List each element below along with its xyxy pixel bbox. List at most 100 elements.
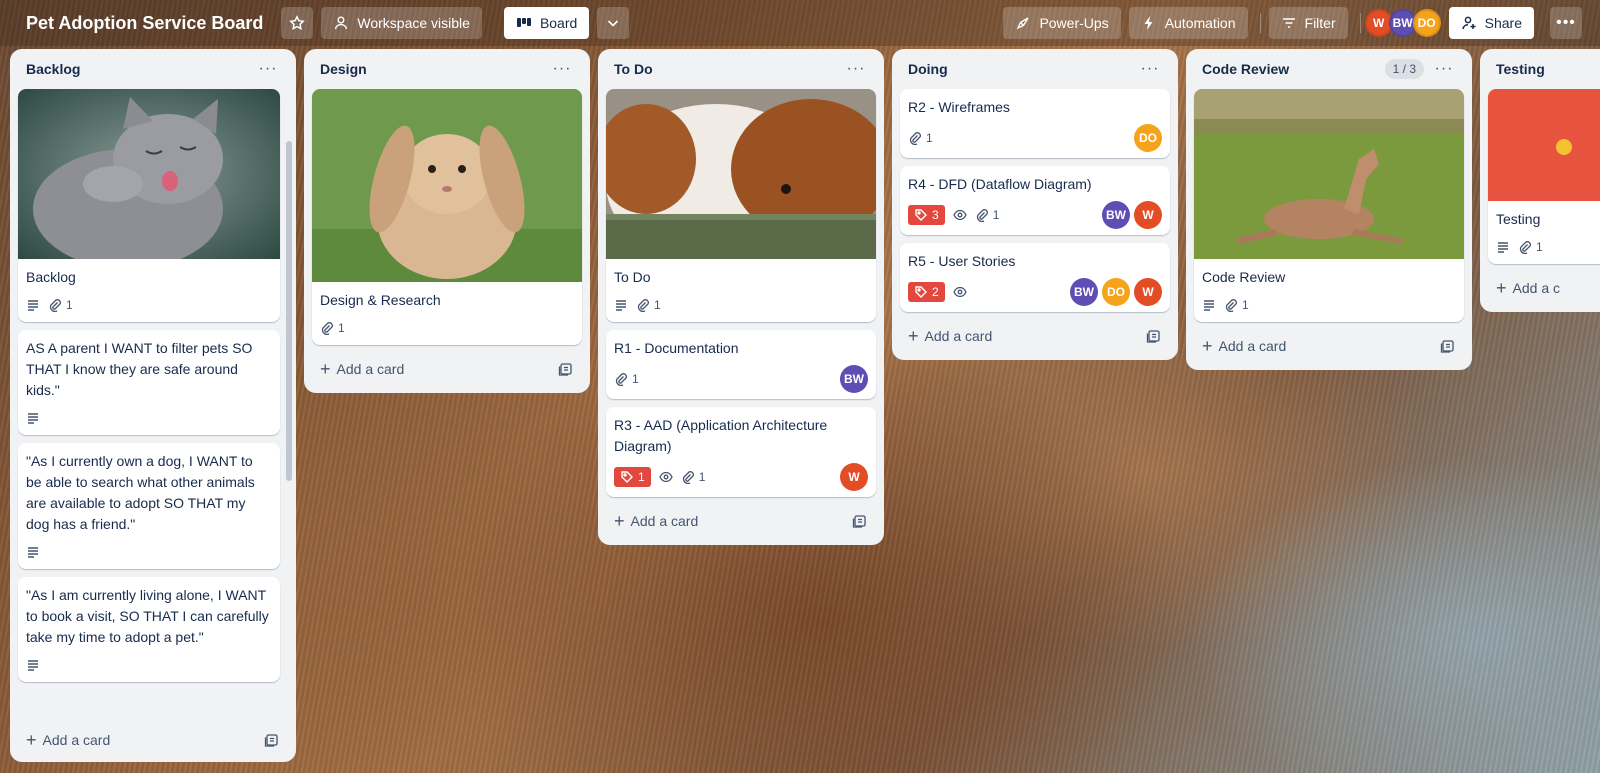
card[interactable]: "As I am currently living alone, I WANT … (18, 577, 280, 682)
card-title: R3 - AAD (Application Architecture Diagr… (614, 417, 828, 454)
avatar[interactable]: BW (1070, 278, 1098, 306)
description-badge (26, 411, 40, 425)
add-card-button[interactable]: + Add a c (1488, 272, 1600, 304)
attachment-icon (49, 299, 61, 312)
star-button[interactable] (281, 7, 314, 39)
avatar[interactable]: DO (1102, 278, 1130, 306)
card[interactable]: Design & Research 1 (312, 89, 582, 345)
list-title[interactable]: To Do (614, 61, 844, 77)
attachment-badge: 1 (48, 298, 73, 312)
avatar[interactable]: DO (1134, 124, 1162, 152)
header-divider (1259, 13, 1261, 33)
board-menu-button[interactable]: ••• (1550, 7, 1582, 39)
list-title[interactable]: Code Review (1202, 61, 1385, 77)
list-scrollbar[interactable] (286, 141, 292, 481)
attachment-icon (682, 471, 694, 484)
avatar[interactable]: W (1134, 278, 1162, 306)
card-title: R2 - Wireframes (908, 99, 1010, 115)
attachment-count: 1 (66, 298, 73, 312)
view-label: Board (539, 15, 578, 31)
card-template-icon[interactable] (1146, 328, 1162, 344)
list-title[interactable]: Design (320, 61, 550, 77)
share-label: Share (1484, 15, 1522, 31)
card-template-icon[interactable] (1440, 338, 1456, 354)
add-card-button[interactable]: + Add a card (606, 505, 876, 537)
avatar[interactable]: W (840, 463, 868, 491)
plus-icon: + (908, 325, 919, 346)
attachment-icon (909, 132, 921, 145)
card[interactable]: R1 - Documentation 1 BW (606, 330, 876, 399)
list-title[interactable]: Backlog (26, 61, 256, 77)
card-template-icon[interactable] (264, 732, 280, 748)
card-template-icon[interactable] (558, 361, 574, 377)
card[interactable]: Code Review 1 (1194, 89, 1464, 322)
avatar[interactable]: BW (840, 365, 868, 393)
add-card-button[interactable]: + Add a card (1194, 330, 1464, 362)
visibility-label: Workspace visible (357, 15, 470, 31)
people-icon (335, 16, 348, 30)
rocket-icon (1017, 17, 1030, 30)
filter-button[interactable]: Filter (1268, 7, 1348, 39)
attachment-icon (321, 322, 333, 335)
card[interactable]: Testing 1 (1488, 89, 1600, 264)
attachment-icon (637, 299, 649, 312)
card-title: "As I currently own a dog, I WANT to be … (26, 453, 255, 532)
list-title[interactable]: Testing (1496, 61, 1600, 77)
list-header: Backlog ··· (18, 49, 288, 89)
view-switcher-button[interactable] (597, 7, 630, 39)
lightning-icon (1144, 16, 1153, 30)
list-menu-button[interactable]: ··· (1138, 57, 1162, 81)
card-cover-image (606, 89, 876, 259)
list-testing: Testing Testing 1 + Add a c (1480, 49, 1600, 312)
share-button[interactable]: Share (1448, 7, 1534, 39)
attachment-count: 1 (992, 208, 1000, 222)
avatar[interactable]: DO (1412, 9, 1441, 37)
add-card-button[interactable]: + Add a card (18, 724, 288, 756)
description-icon (28, 300, 38, 311)
attachment-badge: 1 (1518, 240, 1543, 254)
card[interactable]: To Do 1 (606, 89, 876, 322)
list-header: To Do ··· (606, 49, 876, 89)
visibility-button[interactable]: Workspace visible (321, 7, 482, 39)
list-menu-button[interactable]: ··· (1432, 57, 1456, 81)
card-template-icon[interactable] (852, 513, 868, 529)
description-badge (1496, 240, 1510, 254)
list-menu-button[interactable]: ··· (844, 57, 868, 81)
filter-icon (1282, 18, 1295, 28)
card-cover-image (18, 89, 280, 259)
card-title: Code Review (1202, 269, 1286, 285)
avatar[interactable]: W (1134, 201, 1162, 229)
attachment-badge: 1 (975, 208, 1000, 222)
notification-count: 3 (932, 208, 939, 222)
list-menu-button[interactable]: ··· (256, 57, 280, 81)
more-icon: ••• (1556, 14, 1576, 31)
board-title[interactable]: Pet Adoption Service Board (26, 13, 263, 34)
description-icon (28, 660, 38, 671)
list-menu-button[interactable]: ··· (550, 57, 574, 81)
automation-label: Automation (1164, 15, 1236, 31)
description-badge (26, 298, 40, 312)
list-title[interactable]: Doing (908, 61, 1138, 77)
eye-icon (952, 209, 967, 221)
avatar[interactable]: BW (1102, 201, 1130, 229)
notification-count: 2 (932, 285, 939, 299)
card-title: R1 - Documentation (614, 340, 739, 356)
board-view-button[interactable]: Board (503, 7, 590, 39)
notification-count: 1 (638, 470, 645, 484)
card[interactable]: "As I currently own a dog, I WANT to be … (18, 443, 280, 569)
card[interactable]: R4 - DFD (Dataflow Diagram) 3 1 BW W (900, 166, 1170, 235)
add-card-label: Add a card (1218, 338, 1287, 354)
powerups-button[interactable]: Power-Ups (1003, 7, 1121, 39)
attachment-badge: 1 (614, 372, 639, 386)
add-card-button[interactable]: + Add a card (312, 353, 582, 385)
label-icon (915, 286, 927, 298)
list-design: Design ··· Design & Research 1 + Add a c… (304, 49, 590, 393)
card[interactable]: Backlog 1 (18, 89, 280, 322)
attachment-count: 1 (338, 321, 345, 335)
card[interactable]: R3 - AAD (Application Architecture Diagr… (606, 407, 876, 497)
card[interactable]: AS A parent I WANT to filter pets SO THA… (18, 330, 280, 435)
add-card-button[interactable]: + Add a card (900, 320, 1170, 352)
card[interactable]: R5 - User Stories 2 BW DO W (900, 243, 1170, 312)
automation-button[interactable]: Automation (1128, 7, 1248, 39)
card[interactable]: R2 - Wireframes 1 DO (900, 89, 1170, 158)
